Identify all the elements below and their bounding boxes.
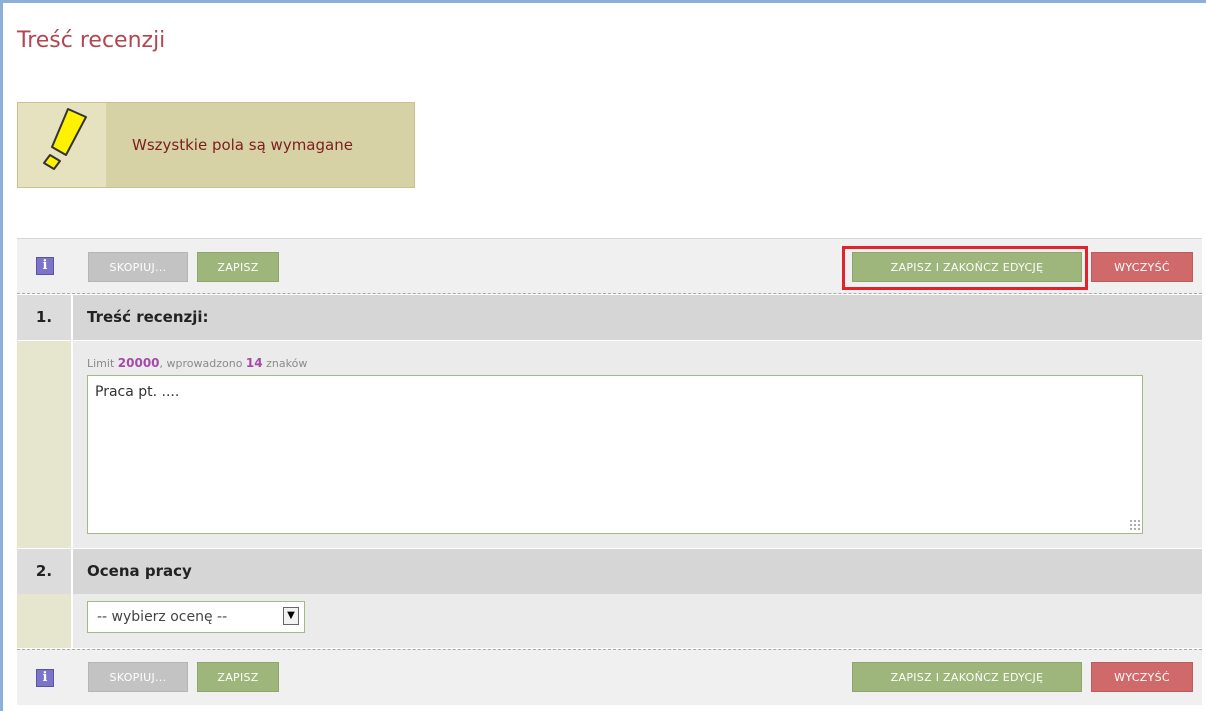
field-number: 2. (17, 549, 73, 594)
field-header-review: 1. Treść recenzji: (17, 295, 1202, 341)
save-and-finish-button[interactable]: ZAPISZ I ZAKOŃCZ EDYCJĘ (852, 662, 1082, 692)
resize-grip-icon[interactable] (1129, 519, 1141, 531)
character-limit-text: Limit 20000, wprowadzono 14 znaków (87, 356, 307, 370)
highlight-frame (842, 246, 1088, 290)
limit-prefix: Limit (87, 357, 118, 370)
clear-button[interactable]: WYCZYŚĆ (1091, 252, 1193, 282)
top-border (0, 0, 1206, 3)
field-body-grade: -- wybierz ocenę -- ▼ (17, 594, 1202, 648)
field-label: Ocena pracy (87, 562, 192, 580)
save-button[interactable]: ZAPISZ (197, 252, 279, 282)
field-label: Treść recenzji: (87, 308, 209, 326)
chevron-down-icon[interactable]: ▼ (283, 607, 299, 625)
limit-mid: , wprowadzono (159, 357, 246, 370)
warning-icon-cell (18, 103, 106, 187)
field-number: 1. (17, 295, 73, 340)
copy-button[interactable]: SKOPIUJ... (88, 662, 188, 692)
limit-suffix: znaków (262, 357, 308, 370)
warning-text: Wszystkie pola są wymagane (132, 136, 353, 154)
save-button[interactable]: ZAPISZ (197, 662, 279, 692)
clear-button[interactable]: WYCZYŚĆ (1091, 662, 1193, 692)
exclamation-icon (43, 108, 87, 170)
limit-value: 20000 (117, 356, 160, 370)
copy-button[interactable]: SKOPIUJ... (88, 252, 188, 282)
info-icon[interactable]: i (36, 257, 54, 275)
field-header-grade: 2. Ocena pracy (17, 549, 1202, 595)
info-icon[interactable]: i (36, 669, 54, 687)
review-textarea[interactable]: Praca pt. .... (87, 375, 1143, 534)
toolbar-bottom: i SKOPIUJ... ZAPISZ ZAPISZ I ZAKOŃCZ EDY… (17, 649, 1202, 705)
grade-select[interactable]: -- wybierz ocenę -- ▼ (87, 601, 305, 633)
number-cell (17, 341, 73, 548)
entered-count: 14 (245, 356, 263, 370)
left-border (0, 0, 3, 711)
page-title: Treść recenzji (17, 28, 166, 53)
grade-select-value: -- wybierz ocenę -- (97, 609, 228, 625)
field-body-review: Limit 20000, wprowadzono 14 znaków Praca… (17, 341, 1202, 548)
number-cell (17, 594, 73, 648)
warning-box: Wszystkie pola są wymagane (17, 102, 415, 188)
